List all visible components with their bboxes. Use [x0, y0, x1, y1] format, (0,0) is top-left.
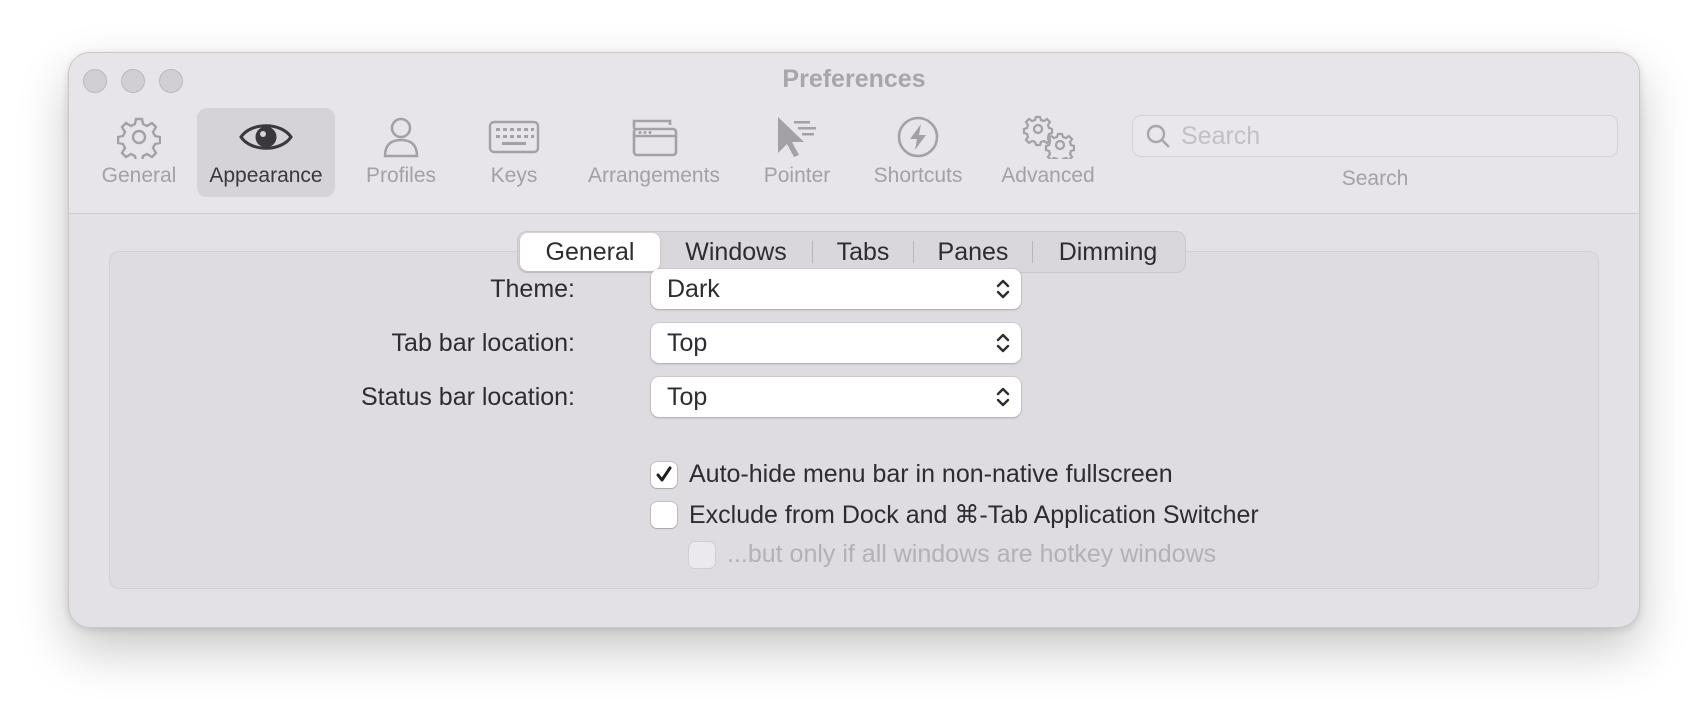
chevron-up-down-icon: [995, 277, 1011, 308]
gear-icon: [117, 112, 161, 162]
toolbar-search: Search: [1132, 115, 1620, 195]
theme-value: Dark: [667, 274, 720, 303]
hotkey-windows-only-checkbox: ...but only if all windows are hotkey wi…: [689, 540, 1216, 569]
lightning-icon: [896, 112, 940, 162]
toolbar-item-label: Profiles: [365, 164, 437, 187]
checkbox-label: Exclude from Dock and ⌘-Tab Application …: [689, 501, 1259, 529]
status-bar-location-value: Top: [667, 382, 708, 411]
toolbar-item-label: General: [101, 164, 177, 187]
toolbar-item-pointer[interactable]: Pointer: [752, 108, 842, 197]
toolbar-item-label: Shortcuts: [873, 164, 963, 187]
checkbox: [689, 541, 715, 568]
tab-windows[interactable]: Windows: [660, 233, 812, 271]
toolbar-item-advanced[interactable]: Advanced: [993, 108, 1103, 197]
toolbar-item-label: Appearance: [209, 164, 323, 187]
search-input[interactable]: [1179, 120, 1603, 152]
exclude-from-dock-checkbox[interactable]: Exclude from Dock and ⌘-Tab Application …: [651, 500, 1259, 530]
toolbar-item-keys[interactable]: Keys: [469, 108, 559, 197]
search-box[interactable]: [1132, 115, 1618, 157]
toolbar-item-label: Pointer: [763, 164, 831, 187]
gears-icon: [1021, 112, 1075, 162]
keyboard-icon: [488, 112, 540, 162]
tab-tabs[interactable]: Tabs: [813, 233, 913, 271]
toolbar-item-arrangements[interactable]: Arrangements: [579, 108, 729, 197]
tab-panes[interactable]: Panes: [914, 233, 1032, 271]
toolbar-item-general[interactable]: General: [89, 108, 189, 197]
search-icon: [1145, 123, 1171, 149]
appearance-tabs: General Windows Tabs Panes Dimming: [517, 231, 1186, 273]
theme-label: Theme:: [490, 275, 575, 303]
preferences-window: Preferences General Appearance Profiles …: [68, 52, 1640, 628]
chevron-up-down-icon: [995, 331, 1011, 362]
toolbar-item-label: Advanced: [1001, 164, 1095, 187]
tab-bar-location-value: Top: [667, 328, 708, 357]
pointer-icon: [774, 112, 820, 162]
toolbar: General Appearance Profiles Keys Arrange…: [69, 108, 1639, 203]
windows-icon: [628, 112, 680, 162]
window-title: Preferences: [782, 65, 926, 93]
checkbox[interactable]: [651, 502, 677, 528]
tab-general[interactable]: General: [520, 233, 660, 271]
toolbar-item-shortcuts[interactable]: Shortcuts: [863, 108, 973, 197]
person-icon: [381, 112, 421, 162]
checkbox[interactable]: [651, 461, 677, 488]
toolbar-item-profiles[interactable]: Profiles: [351, 108, 451, 197]
tab-bar-location-popup[interactable]: Top: [651, 323, 1021, 363]
chevron-up-down-icon: [995, 385, 1011, 416]
auto-hide-menu-bar-checkbox[interactable]: Auto-hide menu bar in non-native fullscr…: [651, 460, 1173, 489]
status-bar-location-popup[interactable]: Top: [651, 377, 1021, 417]
tab-dimming[interactable]: Dimming: [1033, 233, 1183, 271]
toolbar-item-label: Keys: [490, 164, 538, 187]
titlebar: Preferences General Appearance Profiles …: [69, 53, 1639, 214]
checkbox-label: ...but only if all windows are hotkey wi…: [727, 540, 1217, 568]
toolbar-item-appearance[interactable]: Appearance: [197, 108, 335, 197]
theme-popup[interactable]: Dark: [651, 269, 1021, 309]
eye-icon: [238, 112, 294, 162]
checkbox-label: Auto-hide menu bar in non-native fullscr…: [689, 460, 1173, 488]
checkmark-icon: [656, 466, 672, 481]
status-bar-location-label: Status bar location:: [360, 383, 575, 411]
search-label: Search: [1341, 167, 1409, 190]
toolbar-item-label: Arrangements: [588, 164, 720, 187]
tab-bar-location-label: Tab bar location:: [391, 329, 575, 357]
